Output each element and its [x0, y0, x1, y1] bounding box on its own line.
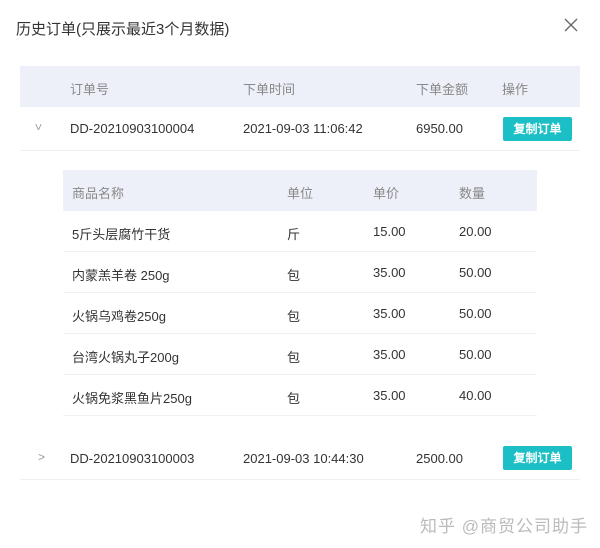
close-icon[interactable] [562, 16, 580, 34]
copy-order-button[interactable]: 复制订单 [503, 117, 572, 141]
col-qty: 数量 [459, 186, 486, 201]
item-row: 火锅乌鸡卷250g 包 35.00 50.00 [63, 293, 537, 334]
order-amount: 2500.00 [416, 451, 463, 466]
col-unit: 单位 [287, 186, 314, 201]
item-name: 台湾火锅丸子200g [72, 350, 179, 365]
item-qty: 50.00 [459, 265, 492, 280]
col-order-time: 下单时间 [243, 82, 296, 97]
item-name: 火锅乌鸡卷250g [72, 309, 166, 324]
item-row: 台湾火锅丸子200g 包 35.00 50.00 [63, 334, 537, 375]
item-price: 35.00 [373, 388, 406, 403]
order-row: > DD-20210903100004 2021-09-03 11:06:42 … [20, 107, 580, 151]
order-amount: 6950.00 [416, 121, 463, 136]
watermark: 知乎 @商贸公司助手 [420, 517, 588, 536]
item-unit: 包 [287, 268, 301, 283]
item-price: 35.00 [373, 265, 406, 280]
items-table-header: 商品名称 单位 单价 数量 [63, 170, 537, 211]
item-unit: 包 [287, 391, 301, 406]
item-unit: 包 [287, 350, 301, 365]
item-row: 5斤头层腐竹干货 斤 15.00 20.00 [63, 211, 537, 252]
item-price: 35.00 [373, 347, 406, 362]
item-qty: 40.00 [459, 388, 492, 403]
item-price: 35.00 [373, 306, 406, 321]
item-row: 内蒙羔羊卷 250g 包 35.00 50.00 [63, 252, 537, 293]
order-row: > DD-20210903100003 2021-09-03 10:44:30 … [20, 436, 580, 480]
col-price: 单价 [373, 186, 400, 201]
item-row: 火锅免浆黑鱼片250g 包 35.00 40.00 [63, 375, 537, 416]
order-id: DD-20210903100003 [70, 451, 195, 466]
item-name: 内蒙羔羊卷 250g [72, 268, 170, 283]
item-name: 5斤头层腐竹干货 [72, 227, 171, 242]
order-id: DD-20210903100004 [70, 121, 195, 136]
copy-order-button[interactable]: 复制订单 [503, 446, 572, 470]
col-order-amount: 下单金额 [416, 82, 469, 97]
col-order-id: 订单号 [70, 82, 110, 97]
item-qty: 20.00 [459, 224, 492, 239]
item-unit: 包 [287, 309, 301, 324]
chevron-down-icon[interactable]: > [32, 123, 46, 130]
item-name: 火锅免浆黑鱼片250g [72, 391, 192, 406]
order-time: 2021-09-03 10:44:30 [243, 451, 364, 466]
col-item-name: 商品名称 [72, 186, 125, 201]
chevron-right-icon[interactable]: > [38, 450, 45, 464]
item-qty: 50.00 [459, 347, 492, 362]
item-price: 15.00 [373, 224, 406, 239]
item-unit: 斤 [287, 227, 301, 242]
item-qty: 50.00 [459, 306, 492, 321]
order-time: 2021-09-03 11:06:42 [243, 121, 363, 136]
dialog-title: 历史订单(只展示最近3个月数据) [16, 21, 230, 38]
orders-table-header: 订单号 下单时间 下单金额 操作 [20, 66, 580, 107]
col-action: 操作 [502, 82, 529, 97]
